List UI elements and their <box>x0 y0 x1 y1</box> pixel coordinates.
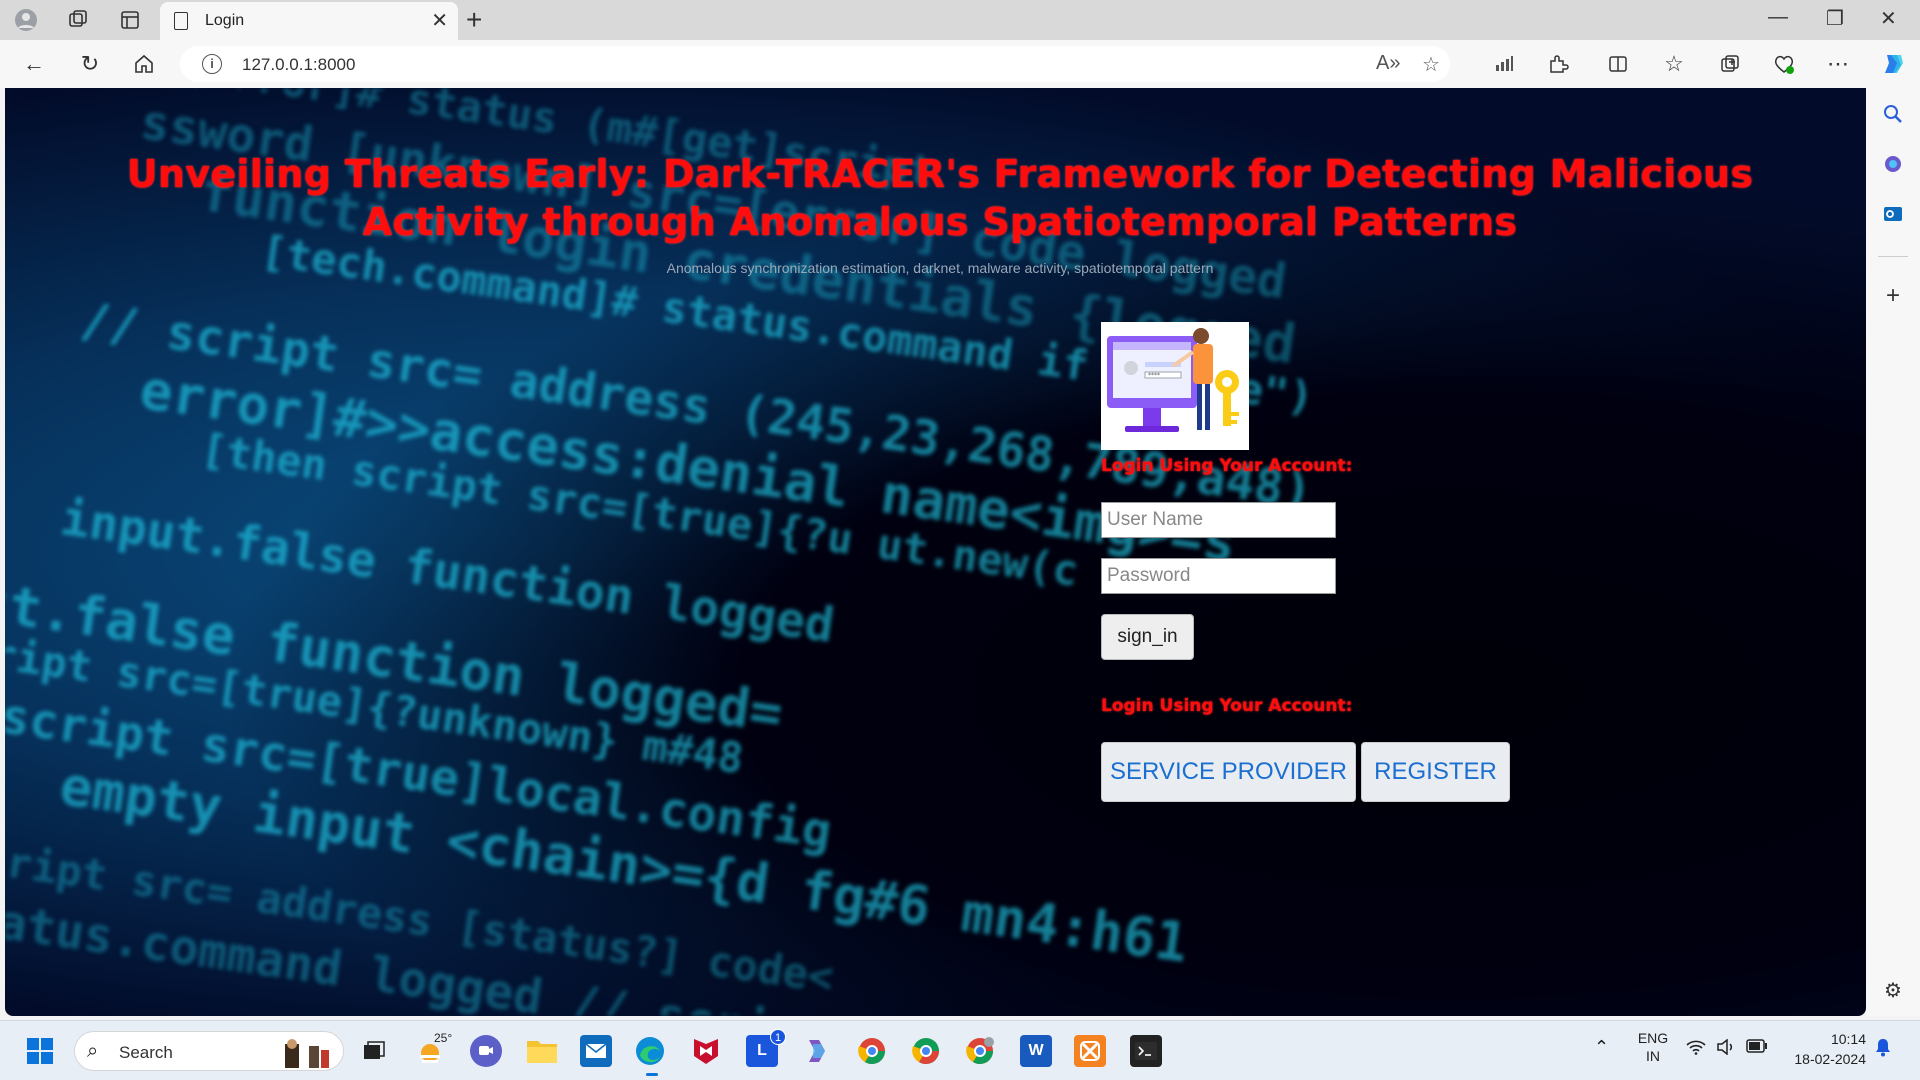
profile-icon[interactable] <box>14 8 38 32</box>
copilot-icon[interactable] <box>1880 50 1908 78</box>
sidebar-divider <box>1878 256 1908 257</box>
page-title: Unveiling Threats Early: Dark-TRACER's F… <box>126 152 1754 244</box>
login-label: Login Using Your Account: <box>1101 456 1353 476</box>
wifi-icon[interactable] <box>1686 1039 1706 1058</box>
word-icon[interactable]: W <box>1020 1035 1052 1067</box>
restore-icon[interactable]: ❐ <box>1826 6 1844 31</box>
weather-temp: 25° <box>434 1031 453 1045</box>
favorite-star-icon[interactable]: ☆ <box>1422 52 1440 77</box>
outlook-badge: 1 <box>770 1029 786 1045</box>
read-aloud-icon[interactable]: A» <box>1376 52 1400 75</box>
refresh-icon[interactable]: ↻ <box>76 50 104 78</box>
language-indicator[interactable]: ENG IN <box>1636 1029 1670 1065</box>
login-label-secondary: Login Using Your Account: <box>1101 696 1353 716</box>
outlook-icon[interactable] <box>1881 202 1905 226</box>
tab-login[interactable]: Login ✕ <box>160 2 458 40</box>
search-label: Search <box>119 1043 173 1062</box>
file-explorer-icon[interactable] <box>526 1035 558 1067</box>
new-tab-button[interactable]: + <box>466 4 482 36</box>
teams-chat-icon[interactable] <box>470 1035 502 1067</box>
browser-nav-bar: ← ↻ i 127.0.0.1:8000 A» ☆ ☆ ⋯ <box>0 40 1920 88</box>
language-bottom: IN <box>1646 1048 1660 1064</box>
clock-time: 10:14 <box>1830 1031 1866 1047</box>
browser-tab-bar: Login ✕ + — ❐ ✕ <box>0 0 1920 40</box>
task-view-icon[interactable] <box>358 1035 390 1067</box>
tab-title: Login <box>205 12 245 29</box>
register-button[interactable]: REGISTER <box>1361 742 1510 802</box>
windows-taskbar: ⌕ Search 25° L 1 W ⌃ ENG IN 10:14 18-02-… <box>0 1020 1920 1080</box>
close-tab-icon[interactable]: ✕ <box>431 8 448 33</box>
password-input[interactable] <box>1101 558 1336 594</box>
search-highlight-icon <box>285 1039 329 1068</box>
site-info-icon[interactable]: i <box>202 54 222 74</box>
more-options-icon[interactable]: ⋯ <box>1824 50 1852 78</box>
show-hidden-icons[interactable]: ⌃ <box>1594 1037 1609 1058</box>
sign-in-button[interactable]: sign_in <box>1101 614 1194 660</box>
search-icon[interactable] <box>1881 102 1905 126</box>
terminal-icon[interactable] <box>1130 1035 1162 1067</box>
extensions-icon[interactable] <box>1544 50 1572 78</box>
page-icon <box>174 12 188 30</box>
url-text: 127.0.0.1:8000 <box>242 55 356 74</box>
page-subtitle: Anomalous synchronization estimation, da… <box>666 260 1214 276</box>
close-window-icon[interactable]: ✕ <box>1880 6 1897 31</box>
minimize-icon[interactable]: — <box>1768 6 1788 29</box>
chrome-profile-icon[interactable] <box>910 1035 942 1067</box>
copilot-sidebar-icon[interactable] <box>1881 152 1905 176</box>
browser-essentials-icon[interactable] <box>1770 50 1798 78</box>
taskbar-search-box[interactable]: ⌕ Search <box>74 1031 344 1071</box>
sidebar-settings-icon[interactable]: ⚙ <box>1881 978 1905 1002</box>
username-input[interactable] <box>1101 502 1336 538</box>
add-sidebar-app-icon[interactable]: + <box>1881 282 1905 309</box>
edge-active-indicator <box>646 1073 658 1076</box>
clock-date: 18-02-2024 <box>1794 1051 1866 1067</box>
login-illustration: **** <box>1101 322 1249 450</box>
copilot-taskbar-icon[interactable] <box>800 1035 832 1067</box>
tab-actions-icon[interactable] <box>118 8 142 32</box>
mail-icon[interactable] <box>580 1035 612 1067</box>
svg-text:****: **** <box>1148 372 1160 379</box>
address-bar[interactable]: i 127.0.0.1:8000 A» ☆ <box>180 46 1450 82</box>
xampp-icon[interactable] <box>1074 1035 1106 1067</box>
edge-browser-icon[interactable] <box>634 1035 666 1067</box>
home-icon[interactable] <box>130 50 158 78</box>
edge-sidebar: + ⚙ <box>1866 88 1920 1016</box>
chrome-profile-2-icon[interactable] <box>964 1035 996 1067</box>
split-screen-icon[interactable] <box>1604 50 1632 78</box>
chrome-icon[interactable] <box>856 1035 888 1067</box>
battery-icon[interactable] <box>1746 1039 1768 1056</box>
workspaces-icon[interactable] <box>66 8 90 32</box>
page-viewport: src=[error]# status (m#[get]script ssword… <box>5 88 1866 1016</box>
collections-icon[interactable] <box>1716 50 1744 78</box>
volume-icon[interactable] <box>1716 1038 1736 1058</box>
service-provider-button[interactable]: SERVICE PROVIDER <box>1101 742 1356 802</box>
favorites-icon[interactable]: ☆ <box>1660 50 1688 78</box>
language-top: ENG <box>1637 1030 1669 1046</box>
back-icon[interactable]: ← <box>20 50 48 78</box>
search-icon: ⌕ <box>87 1040 99 1062</box>
start-menu-icon[interactable] <box>24 1035 56 1067</box>
mcafee-icon[interactable] <box>690 1035 722 1067</box>
notifications-bell-icon[interactable] <box>1874 1037 1892 1060</box>
performance-icon[interactable] <box>1490 50 1518 78</box>
clock[interactable]: 10:14 18-02-2024 <box>1786 1029 1866 1069</box>
